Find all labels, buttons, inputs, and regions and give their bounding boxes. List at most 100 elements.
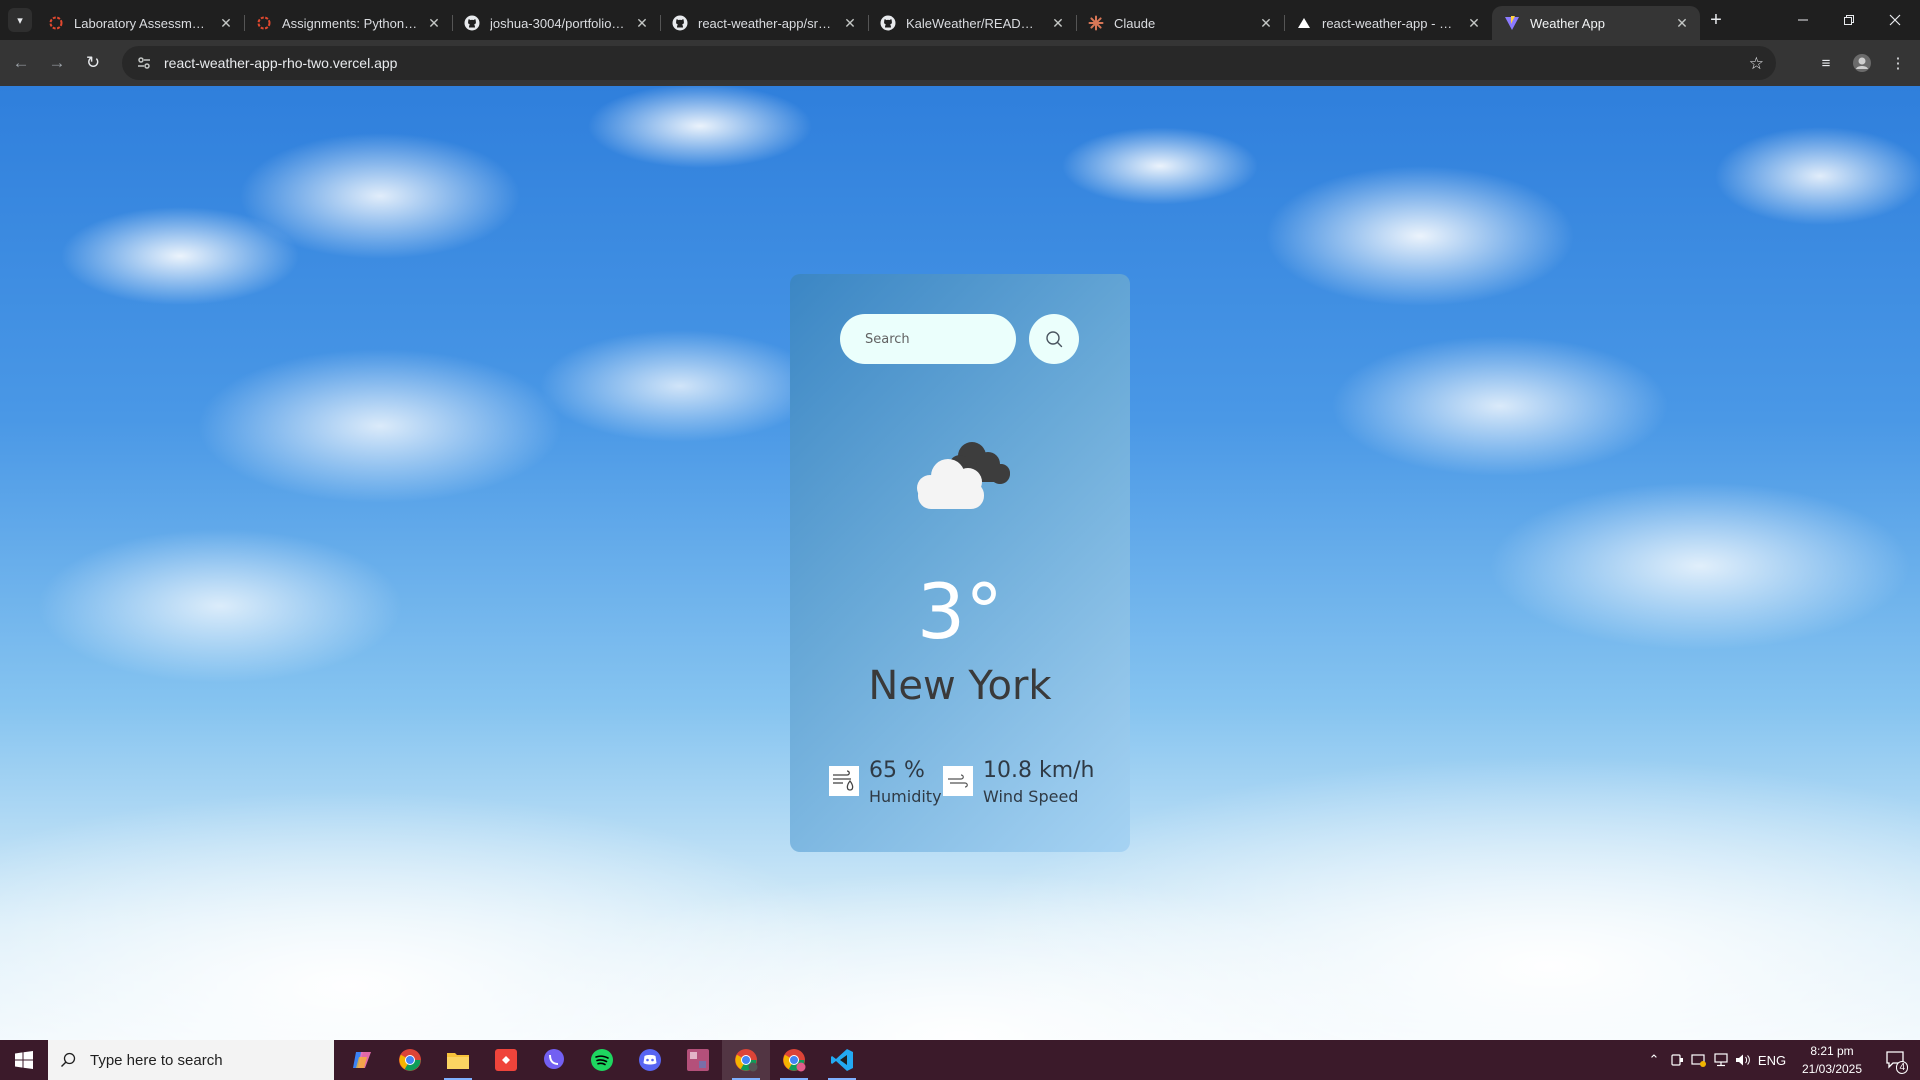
taskbar-search-placeholder: Type here to search bbox=[90, 1051, 223, 1069]
tab-title: react-weather-app - Over bbox=[1322, 15, 1460, 31]
close-icon[interactable]: ✕ bbox=[1050, 15, 1066, 32]
viber-icon[interactable] bbox=[530, 1040, 578, 1080]
close-icon[interactable]: ✕ bbox=[426, 15, 442, 32]
security-alert-icon[interactable] bbox=[1688, 1040, 1710, 1080]
file-explorer-icon[interactable] bbox=[434, 1040, 482, 1080]
tab-search-button[interactable]: ▾ bbox=[8, 8, 32, 32]
close-icon[interactable]: ✕ bbox=[1258, 15, 1274, 32]
forward-arrow-icon: → bbox=[48, 53, 66, 72]
wind-icon bbox=[943, 766, 973, 796]
show-hidden-icons-button[interactable]: ⌃ bbox=[1642, 1040, 1666, 1080]
close-icon[interactable]: ✕ bbox=[1466, 15, 1482, 32]
close-icon[interactable]: ✕ bbox=[842, 15, 858, 32]
clock-time: 8:21 pm bbox=[1810, 1044, 1854, 1058]
media-controls-icon[interactable]: ≡ bbox=[1814, 51, 1838, 75]
search-input[interactable] bbox=[840, 314, 1016, 364]
clock-date: 21/03/2025 bbox=[1801, 1062, 1863, 1076]
forward-button[interactable]: → bbox=[44, 50, 70, 76]
minimize-icon bbox=[1798, 19, 1808, 21]
system-clock[interactable]: 8:21 pm 21/03/2025 bbox=[1790, 1042, 1874, 1078]
tab-weather-app[interactable]: Weather App ✕ bbox=[1492, 6, 1700, 40]
close-icon[interactable]: ✕ bbox=[634, 15, 650, 32]
browser-toolbar: ← → ↻ react-weather-app-rho-two.vercel.a… bbox=[0, 40, 1920, 86]
restore-icon bbox=[1844, 15, 1854, 25]
notification-center-button[interactable]: 4 bbox=[1876, 1040, 1916, 1080]
close-icon[interactable]: ✕ bbox=[1674, 15, 1690, 32]
reload-button[interactable]: ↻ bbox=[80, 50, 106, 76]
copilot-icon[interactable] bbox=[338, 1040, 386, 1080]
close-icon bbox=[1889, 14, 1901, 26]
github-icon bbox=[464, 15, 480, 31]
city-name: New York bbox=[868, 663, 1052, 709]
anydesk-icon[interactable] bbox=[482, 1040, 530, 1080]
close-window-button[interactable] bbox=[1872, 0, 1918, 40]
language-indicator[interactable]: ENG bbox=[1756, 1040, 1788, 1080]
network-icon[interactable] bbox=[1710, 1040, 1732, 1080]
start-button[interactable] bbox=[0, 1040, 48, 1080]
wind-speed-label: Wind Speed bbox=[983, 787, 1079, 806]
plus-icon: + bbox=[1710, 8, 1722, 31]
humidity-text: 65 % Humidity bbox=[869, 756, 942, 808]
tab-claude[interactable]: Claude ✕ bbox=[1076, 6, 1284, 40]
humidity-icon bbox=[829, 766, 859, 796]
wind-speed-value: 10.8 km/h bbox=[983, 758, 1095, 783]
lab-icon bbox=[256, 15, 272, 31]
tab-title: react-weather-app/src/Ap bbox=[698, 15, 836, 31]
volume-icon[interactable] bbox=[1732, 1040, 1754, 1080]
address-bar[interactable]: react-weather-app-rho-two.vercel.app ☆ bbox=[122, 46, 1776, 80]
notification-count: 4 bbox=[1896, 1061, 1908, 1074]
taskbar-search-box[interactable]: Type here to search bbox=[48, 1040, 334, 1080]
tab-title: joshua-3004/portfolio-wit bbox=[490, 15, 628, 31]
humidity-stat: 65 % Humidity bbox=[829, 756, 942, 808]
back-arrow-icon: ← bbox=[12, 53, 30, 72]
tab-title: Assignments: Python Prog bbox=[282, 15, 420, 31]
page-viewport: 3° New York 65 % Humidity bbox=[0, 86, 1920, 1040]
chrome-profile-icon[interactable] bbox=[722, 1040, 770, 1080]
vscode-icon[interactable] bbox=[818, 1040, 866, 1080]
close-icon[interactable]: ✕ bbox=[218, 15, 234, 32]
humidity-label: Humidity bbox=[869, 787, 942, 806]
windows-logo-icon bbox=[15, 1051, 33, 1069]
profile-avatar[interactable] bbox=[1850, 51, 1874, 75]
restore-button[interactable] bbox=[1826, 0, 1872, 40]
spotify-icon[interactable] bbox=[578, 1040, 626, 1080]
temperature: 3° bbox=[916, 567, 1004, 656]
reload-icon: ↻ bbox=[85, 53, 101, 72]
chrome-icon[interactable] bbox=[386, 1040, 434, 1080]
site-info-icon[interactable] bbox=[134, 56, 154, 70]
chevron-up-icon: ⌃ bbox=[1648, 1052, 1660, 1067]
chevron-down-icon: ▾ bbox=[17, 14, 23, 27]
tab-title: KaleWeather/README.md bbox=[906, 15, 1044, 31]
bookmark-star-icon[interactable]: ☆ bbox=[1749, 54, 1764, 74]
cloudy-icon bbox=[917, 442, 1010, 509]
github-icon bbox=[880, 15, 896, 31]
discord-icon[interactable] bbox=[626, 1040, 674, 1080]
search-icon bbox=[61, 1052, 76, 1067]
humidity-value: 65 % bbox=[869, 758, 925, 783]
tab-portfolio-github[interactable]: joshua-3004/portfolio-wit ✕ bbox=[452, 6, 660, 40]
tab-laboratory-assessment[interactable]: Laboratory Assessment 4 ✕ bbox=[36, 6, 244, 40]
tab-title: Laboratory Assessment 4 bbox=[74, 15, 212, 31]
photo-app-icon[interactable] bbox=[674, 1040, 722, 1080]
claude-icon bbox=[1088, 15, 1104, 31]
search-icon bbox=[1046, 331, 1063, 348]
tab-react-weather-src[interactable]: react-weather-app/src/Ap ✕ bbox=[660, 6, 868, 40]
tab-vercel-overview[interactable]: react-weather-app - Over ✕ bbox=[1284, 6, 1492, 40]
search-button[interactable] bbox=[1029, 314, 1079, 364]
minimize-button[interactable] bbox=[1780, 0, 1826, 40]
taskbar: Type here to search ⌃ ENG 8:21 pm 21/03/… bbox=[0, 1040, 1920, 1080]
lab-icon bbox=[48, 15, 64, 31]
tab-title: Weather App bbox=[1530, 15, 1605, 31]
tab-assignments-python[interactable]: Assignments: Python Prog ✕ bbox=[244, 6, 452, 40]
more-menu-icon[interactable]: ⋮ bbox=[1886, 51, 1910, 75]
url-text[interactable]: react-weather-app-rho-two.vercel.app bbox=[164, 55, 397, 71]
new-tab-button[interactable]: + bbox=[1704, 8, 1728, 32]
tab-title: Claude bbox=[1114, 15, 1156, 31]
search-bar bbox=[840, 314, 1080, 364]
vite-icon bbox=[1504, 15, 1520, 31]
back-button[interactable]: ← bbox=[8, 50, 34, 76]
tab-kaleweather-readme[interactable]: KaleWeather/README.md ✕ bbox=[868, 6, 1076, 40]
meet-now-icon[interactable] bbox=[1666, 1040, 1688, 1080]
chrome-icon[interactable] bbox=[770, 1040, 818, 1080]
wind-text: 10.8 km/h Wind Speed bbox=[983, 756, 1095, 808]
